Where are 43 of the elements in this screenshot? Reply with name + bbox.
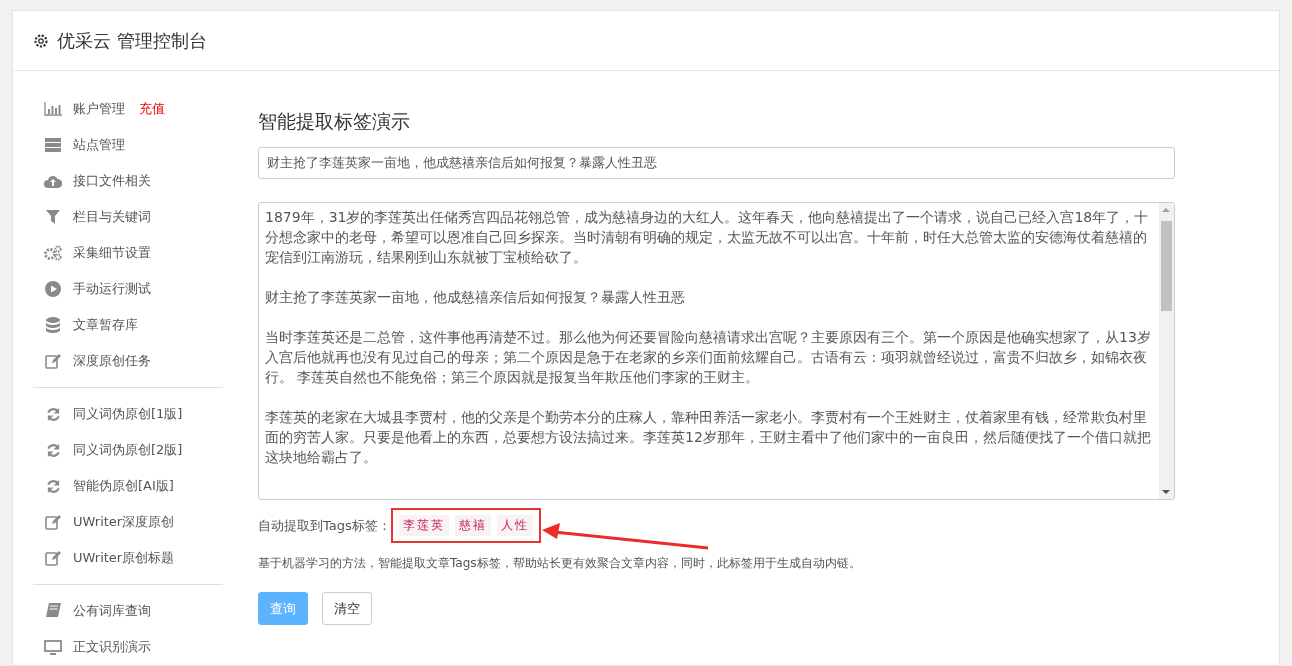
sidebar-item[interactable]: UWriter深度原创 — [73, 513, 175, 531]
server-icon — [45, 138, 61, 152]
sidebar-item[interactable]: 栏目与关键词 — [73, 208, 151, 226]
sidebar-item[interactable]: 同义词伪原创[2版] — [73, 441, 183, 459]
play-icon — [45, 281, 61, 297]
gears-icon — [44, 245, 62, 261]
sidebar-item[interactable]: 接口文件相关 — [73, 172, 151, 190]
tag: 人性 — [496, 515, 533, 536]
console-title: 优采云 管理控制台 — [57, 28, 207, 53]
title-field[interactable]: 财主抢了李莲英家一亩地，他成慈禧亲信后如何报复？暴露人性丑恶 — [258, 147, 1175, 179]
monitor-icon — [44, 639, 62, 655]
database-icon — [46, 317, 60, 333]
sidebar-item[interactable]: 智能伪原创[AI版] — [73, 477, 174, 495]
sidebar-item[interactable]: 账户管理 — [73, 100, 125, 118]
sidebar-item[interactable]: UWriter原创标题 — [73, 549, 175, 567]
sidebar-item[interactable]: 公有词库查询 — [73, 602, 151, 620]
edit-icon — [45, 514, 61, 530]
sidebar-item[interactable]: 手动运行测试 — [73, 280, 151, 298]
refresh-icon — [45, 442, 61, 458]
cloud-upload-icon — [44, 174, 62, 188]
scrollbar[interactable] — [1159, 203, 1174, 499]
book-icon — [45, 603, 61, 619]
clear-button[interactable]: 清空 — [322, 592, 372, 625]
sidebar-item[interactable]: 站点管理 — [73, 136, 125, 154]
bar-chart-icon — [44, 102, 62, 116]
sidebar-item[interactable]: 采集细节设置 — [73, 244, 151, 262]
refresh-icon — [45, 406, 61, 422]
settings-icon — [33, 32, 49, 49]
content-field[interactable]: 1879年，31岁的李莲英出任储秀宫四品花翎总管，成为慈禧身边的大红人。这年春天，他向慈禧提出了一个请求，说自己已经入宫18年了，十分想念家中的老母，希望可以恩准自己回乡探亲。当时清朝有明确的规定，太监无故不可以出宫。十年前，时任大总管太监的安德海仗着慈禧的宠信到江南游玩，结果刚到山东就被丁宝桢给砍了。 财主抢了李莲英家一亩地，他成慈禧亲信后如何报复？暴露人性丑恶 当时李莲英还是二总管，这件事他再清楚不过。那么他为何还要冒险向慈禧请求出宫呢？主要原因有三个。第一个原因是他确实想家了，从13岁入宫后他就再也没有见过自己的母亲；第二个原因是急于在老家的乡亲们面前炫耀自己。古语有云：项羽就曾经说过，富贵不归故乡，如锦衣夜行。 李莲英自然也不能免俗；第三个原因就是报复当年欺压他们李家的王财主。 李莲英的老家在大城县李贾村，他的父亲是个勤劳本分的庄稼人，靠种田养活一家老小。李贾村有一个王姓财主，仗着家里有钱，经常欺负村里面的穷苦人家。只要是他看上的东西，总要想方设法搞过来。李莲英12岁那年，王财主看中了他们家中的一亩良田，然后随便找了一个借口就把这块地给霸占了。 — [258, 202, 1175, 500]
recharge-link[interactable]: 充值 — [139, 100, 165, 118]
section-heading: 智能提取标签演示 — [258, 109, 411, 134]
description-text: 基于机器学习的方法，智能提取文章Tags标签，帮助站长更有效聚合文章内容，同时，此标签用于生成自动内链。 — [258, 555, 862, 572]
tag: 慈禧 — [454, 515, 491, 536]
filter-icon — [46, 210, 60, 224]
sidebar-item[interactable]: 深度原创任务 — [73, 352, 151, 370]
tags-label: 自动提取到Tags标签： — [258, 516, 391, 535]
sidebar-item[interactable]: 同义词伪原创[1版] — [73, 405, 183, 423]
tag: 李莲英 — [398, 515, 449, 536]
edit-icon — [45, 550, 61, 566]
sidebar-item[interactable]: 正文识别演示 — [73, 638, 151, 656]
refresh-icon — [45, 478, 61, 494]
edit-icon — [45, 353, 61, 369]
sidebar-item[interactable]: 文章暂存库 — [73, 316, 138, 334]
